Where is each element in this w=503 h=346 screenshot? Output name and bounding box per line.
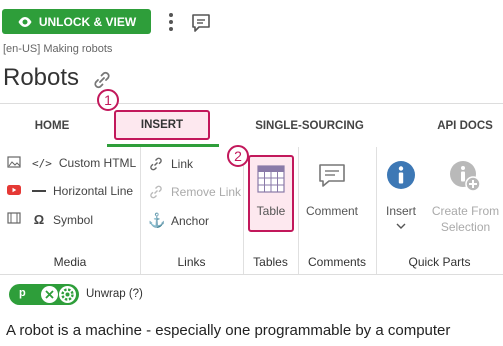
create-from-label-line2: Selection [440, 220, 491, 234]
symbol-label: Symbol [53, 212, 94, 227]
tables-group-label: Tables [253, 255, 288, 269]
link-button[interactable]: Link [148, 156, 193, 172]
quick-parts-group-label: Quick Parts [408, 255, 471, 269]
page-title: Robots [3, 64, 80, 91]
table-button[interactable]: Table [248, 155, 294, 232]
unlink-icon [150, 185, 162, 199]
eye-icon [18, 16, 32, 27]
chevron-down-icon [396, 223, 406, 229]
breadcrumb: [en-US] Making robots [3, 43, 113, 55]
comment-icon [319, 164, 345, 187]
code-icon: </> [32, 156, 52, 170]
tab-api-docs[interactable]: API DOCS [425, 104, 503, 147]
create-from-selection-button[interactable]: Create From Selection [428, 157, 503, 237]
create-from-label-line1: Create From [431, 204, 500, 218]
unwrap-link[interactable]: Unwrap (?) [86, 288, 143, 300]
link-icon [150, 157, 162, 171]
horizontal-line-label: Horizontal Line [53, 184, 134, 198]
close-icon[interactable] [41, 286, 58, 303]
remove-link-button[interactable]: Remove Link [148, 184, 241, 200]
video-icon[interactable] [7, 211, 21, 229]
callout-1: 1 [97, 89, 119, 111]
insert-tab-highlight[interactable]: INSERT [114, 110, 210, 140]
omega-icon: Ω [33, 212, 45, 227]
symbol-button[interactable]: Ω Symbol [32, 212, 93, 227]
tab-single-sourcing[interactable]: SINGLE-SOURCING [242, 104, 377, 147]
insert-quick-part-button[interactable]: Insert [378, 157, 424, 237]
table-label: Table [256, 204, 286, 218]
comments-group-label: Comments [307, 255, 366, 269]
anchor-label: Anchor [171, 213, 210, 228]
image-icon[interactable] [7, 155, 21, 174]
unlock-label: UNLOCK & VIEW [38, 14, 137, 29]
comment-icon[interactable] [190, 12, 212, 34]
comment-button[interactable]: Comment [300, 157, 364, 227]
link-label: Link [171, 157, 194, 171]
unlock-and-view-button[interactable]: UNLOCK & VIEW [2, 9, 151, 34]
links-group-label: Links [177, 255, 206, 269]
anchor-icon: ⚓ [148, 212, 166, 228]
link-icon[interactable] [91, 69, 113, 91]
add-info-icon [450, 161, 481, 192]
horizontal-line-button[interactable]: Horizontal Line [32, 184, 133, 198]
media-group-label: Media [53, 255, 87, 269]
remove-link-label: Remove Link [171, 185, 242, 199]
gear-icon[interactable] [58, 285, 77, 304]
tab-insert-label: INSERT [140, 119, 184, 131]
custom-html-button[interactable]: </> Custom HTML [32, 156, 136, 170]
more-options-icon[interactable] [164, 9, 178, 35]
element-tag-label: p [19, 287, 26, 299]
table-icon [257, 165, 285, 193]
youtube-icon[interactable] [7, 183, 21, 201]
anchor-button[interactable]: ⚓ Anchor [148, 212, 209, 229]
custom-html-label: Custom HTML [58, 156, 137, 170]
horizontal-line-icon [32, 190, 46, 192]
ribbon-tabs: HOME SINGLE-SOURCING API DOCS [0, 103, 503, 148]
ribbon-panel: </> Custom HTML Horizontal Line Ω Symbol… [0, 147, 503, 275]
insert-label: Insert [385, 204, 416, 218]
callout-2: 2 [227, 145, 249, 167]
editor-paragraph[interactable]: A robot is a machine - especially one pr… [6, 322, 450, 339]
tab-home[interactable]: HOME [22, 104, 82, 147]
comment-label: Comment [305, 204, 358, 218]
info-icon [387, 161, 415, 189]
